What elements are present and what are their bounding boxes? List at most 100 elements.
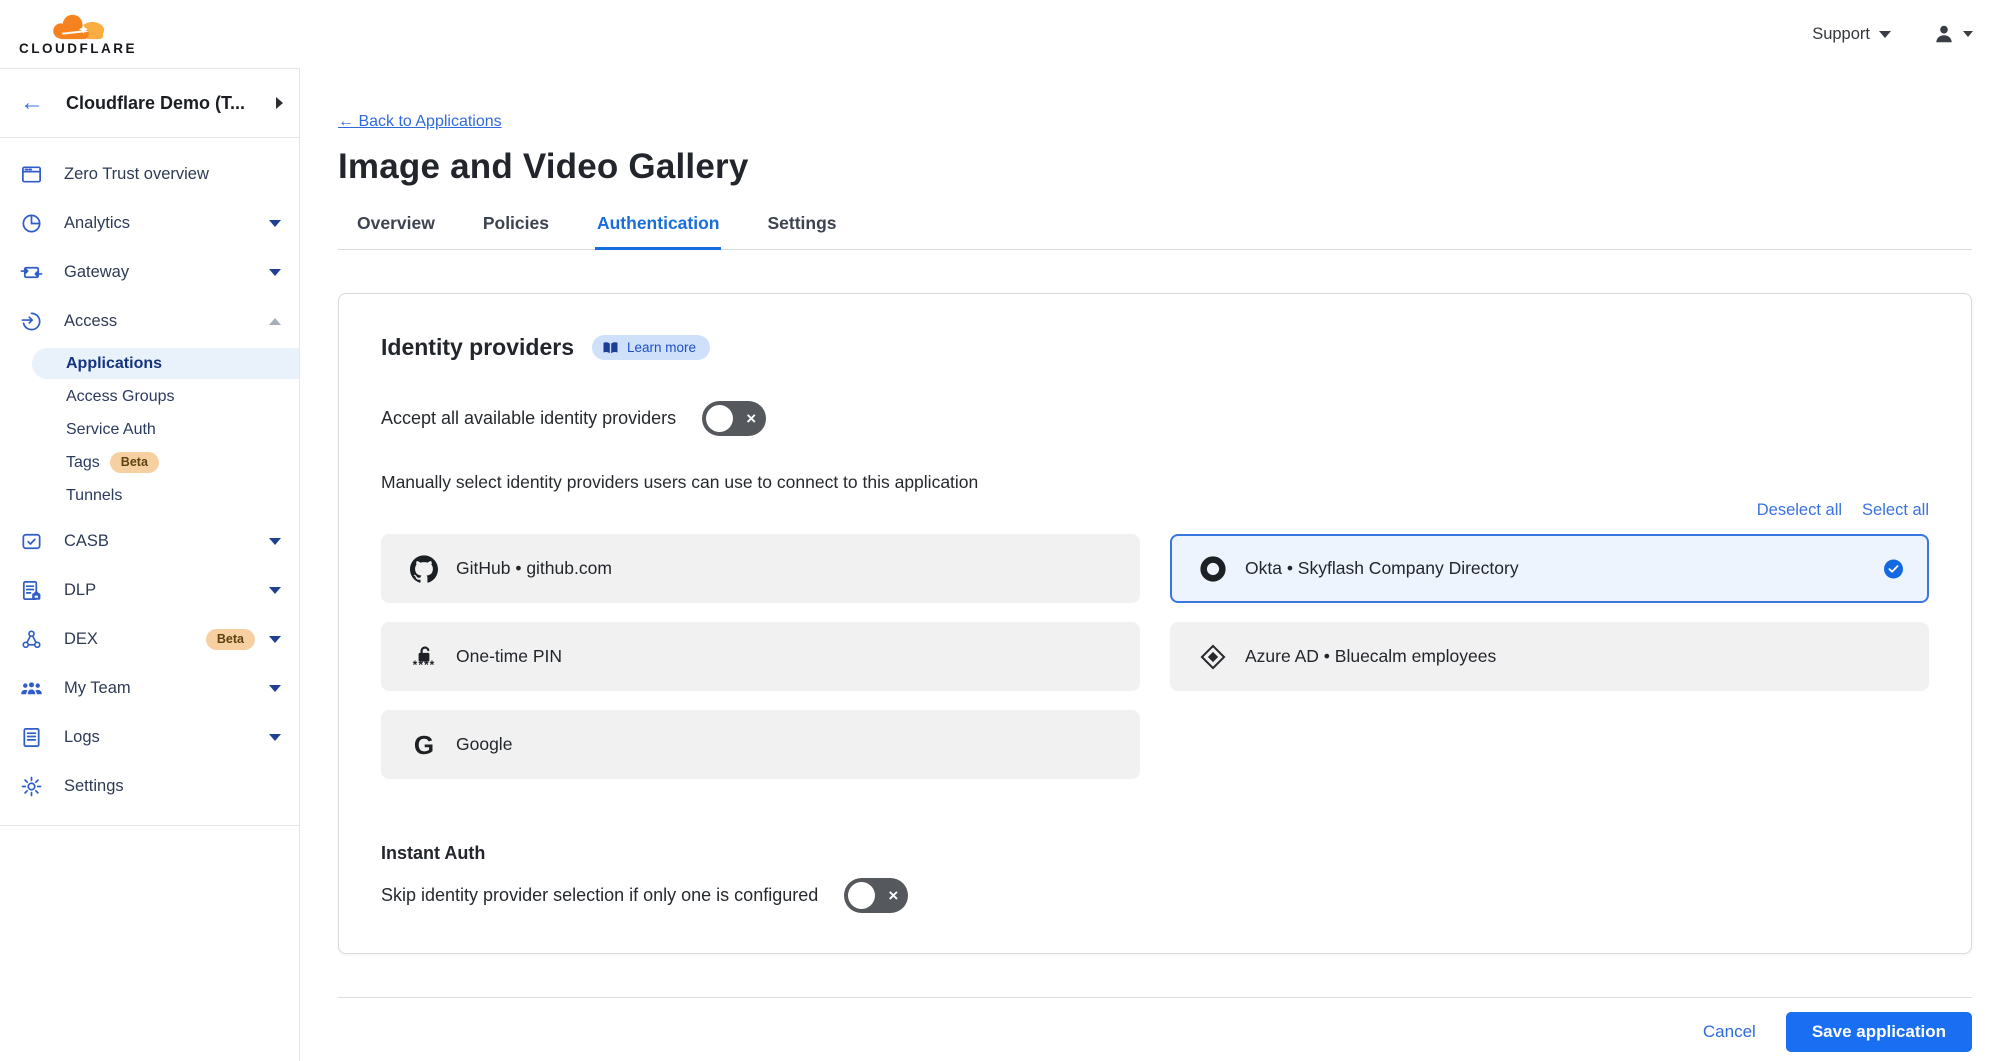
one-time-pin-lock-icon: **** — [409, 646, 439, 667]
settings-gear-icon — [20, 775, 43, 798]
sidebar-item-zero-trust-overview[interactable]: Zero Trust overview — [0, 150, 299, 199]
brand-wordmark: CLOUDFLARE — [19, 41, 137, 56]
sidebar-item-access-groups[interactable]: Access Groups — [0, 381, 299, 412]
pin-stars: **** — [413, 663, 436, 667]
account-name[interactable]: Cloudflare Demo (T... — [66, 93, 276, 114]
back-to-applications-link[interactable]: ← Back to Applications — [338, 113, 502, 131]
sub-item-label: Tags — [66, 447, 100, 478]
access-sub-menu: Applications Access Groups Service Auth … — [0, 348, 299, 511]
provider-label: One-time PIN — [456, 646, 562, 667]
learn-more-badge[interactable]: Learn more — [592, 335, 710, 360]
sub-item-label: Tunnels — [66, 480, 122, 511]
instant-auth-heading: Instant Auth — [381, 843, 1929, 864]
save-application-button[interactable]: Save application — [1786, 1012, 1972, 1052]
provider-card-github[interactable]: GitHub • github.com — [381, 534, 1140, 603]
tab-policies[interactable]: Policies — [481, 207, 551, 250]
casb-check-icon — [20, 530, 43, 553]
sidebar-item-access[interactable]: Access — [0, 297, 299, 346]
sidebar-item-label: Analytics — [64, 214, 269, 233]
sidebar: ← Cloudflare Demo (T... Zero Trust overv… — [0, 68, 300, 1061]
sub-item-label: Access Groups — [66, 381, 174, 412]
dex-network-icon — [20, 628, 43, 651]
footer-actions: Cancel Save application — [338, 1012, 1972, 1052]
sidebar-item-logs[interactable]: Logs — [0, 713, 299, 762]
account-menu[interactable] — [1933, 23, 1973, 45]
sidebar-item-label: Settings — [64, 777, 281, 796]
provider-card-google[interactable]: G Google — [381, 710, 1140, 779]
chevron-down-icon — [1963, 31, 1973, 37]
tab-authentication[interactable]: Authentication — [595, 207, 722, 250]
skip-selection-toggle[interactable]: × — [844, 878, 908, 913]
selected-check-icon — [1884, 559, 1903, 578]
manual-select-text: Manually select identity providers users… — [381, 472, 1929, 493]
learn-more-label: Learn more — [627, 340, 696, 355]
select-all-link[interactable]: Select all — [1862, 501, 1929, 520]
beta-badge: Beta — [110, 452, 159, 473]
cloudflare-logo[interactable]: CLOUDFLARE — [14, 13, 142, 56]
overview-window-icon — [20, 163, 43, 186]
sidebar-item-label: CASB — [64, 532, 269, 551]
sidebar-item-tags[interactable]: Tags Beta — [0, 447, 299, 478]
provider-label: Google — [456, 734, 512, 755]
sidebar-item-gateway[interactable]: Gateway — [0, 248, 299, 297]
chevron-down-icon — [269, 220, 281, 227]
dlp-document-lock-icon — [20, 579, 43, 602]
tab-settings[interactable]: Settings — [765, 207, 838, 250]
chevron-down-icon — [269, 636, 281, 643]
accept-all-toggle[interactable]: × — [702, 401, 766, 436]
chevron-up-icon — [269, 318, 281, 325]
team-people-icon — [20, 677, 43, 700]
sidebar-item-analytics[interactable]: Analytics — [0, 199, 299, 248]
access-login-icon — [20, 310, 43, 333]
tab-bar: Overview Policies Authentication Setting… — [338, 207, 1972, 250]
sidebar-item-my-team[interactable]: My Team — [0, 664, 299, 713]
sidebar-item-applications[interactable]: Applications — [32, 348, 299, 379]
sidebar-item-dlp[interactable]: DLP — [0, 566, 299, 615]
azure-ad-icon — [1198, 643, 1228, 671]
chevron-down-icon — [269, 734, 281, 741]
logs-document-icon — [20, 726, 43, 749]
google-g-glyph: G — [414, 732, 434, 758]
sidebar-item-label: Zero Trust overview — [64, 165, 281, 184]
toggle-knob — [848, 882, 875, 909]
cancel-button[interactable]: Cancel — [1703, 1022, 1756, 1042]
sidebar-account-header: ← Cloudflare Demo (T... — [0, 69, 299, 138]
sidebar-item-label: Access — [64, 312, 269, 331]
toggle-knob — [706, 405, 733, 432]
provider-label: Azure AD • Bluecalm employees — [1245, 646, 1496, 667]
sidebar-item-tunnels[interactable]: Tunnels — [0, 480, 299, 511]
toggle-x-icon: × — [888, 887, 898, 904]
sidebar-item-label: Gateway — [64, 263, 269, 282]
back-arrow-icon[interactable]: ← — [20, 91, 44, 115]
support-label: Support — [1812, 25, 1870, 44]
beta-badge: Beta — [206, 629, 255, 650]
analytics-pie-icon — [20, 212, 43, 235]
sidebar-item-casb[interactable]: CASB — [0, 517, 299, 566]
support-menu[interactable]: Support — [1812, 25, 1891, 44]
sub-item-label: Service Auth — [66, 414, 156, 445]
chevron-down-icon — [269, 269, 281, 276]
provider-card-azure-ad[interactable]: Azure AD • Bluecalm employees — [1170, 622, 1929, 691]
deselect-all-link[interactable]: Deselect all — [1757, 501, 1842, 520]
chevron-down-icon — [269, 538, 281, 545]
provider-card-one-time-pin[interactable]: **** One-time PIN — [381, 622, 1140, 691]
sidebar-item-settings[interactable]: Settings — [0, 762, 299, 811]
chevron-down-icon — [269, 587, 281, 594]
book-icon — [602, 341, 619, 355]
sub-item-label: Applications — [66, 348, 162, 379]
tab-overview[interactable]: Overview — [355, 207, 437, 250]
provider-card-okta[interactable]: Okta • Skyflash Company Directory — [1170, 534, 1929, 603]
chevron-right-icon[interactable] — [276, 97, 283, 109]
skip-selection-label: Skip identity provider selection if only… — [381, 885, 818, 906]
chevron-down-icon — [1879, 31, 1891, 38]
gateway-icon — [20, 261, 43, 284]
sidebar-item-service-auth[interactable]: Service Auth — [0, 414, 299, 445]
okta-icon — [1198, 555, 1228, 583]
toggle-x-icon: × — [746, 410, 756, 427]
sidebar-item-dex[interactable]: DEX Beta — [0, 615, 299, 664]
top-bar: CLOUDFLARE Support — [0, 0, 1999, 68]
provider-label: GitHub • github.com — [456, 558, 612, 579]
cloudflare-cloud-icon — [45, 13, 111, 40]
main-content: ← Back to Applications Image and Video G… — [300, 68, 1999, 1061]
identity-providers-heading: Identity providers — [381, 334, 574, 361]
